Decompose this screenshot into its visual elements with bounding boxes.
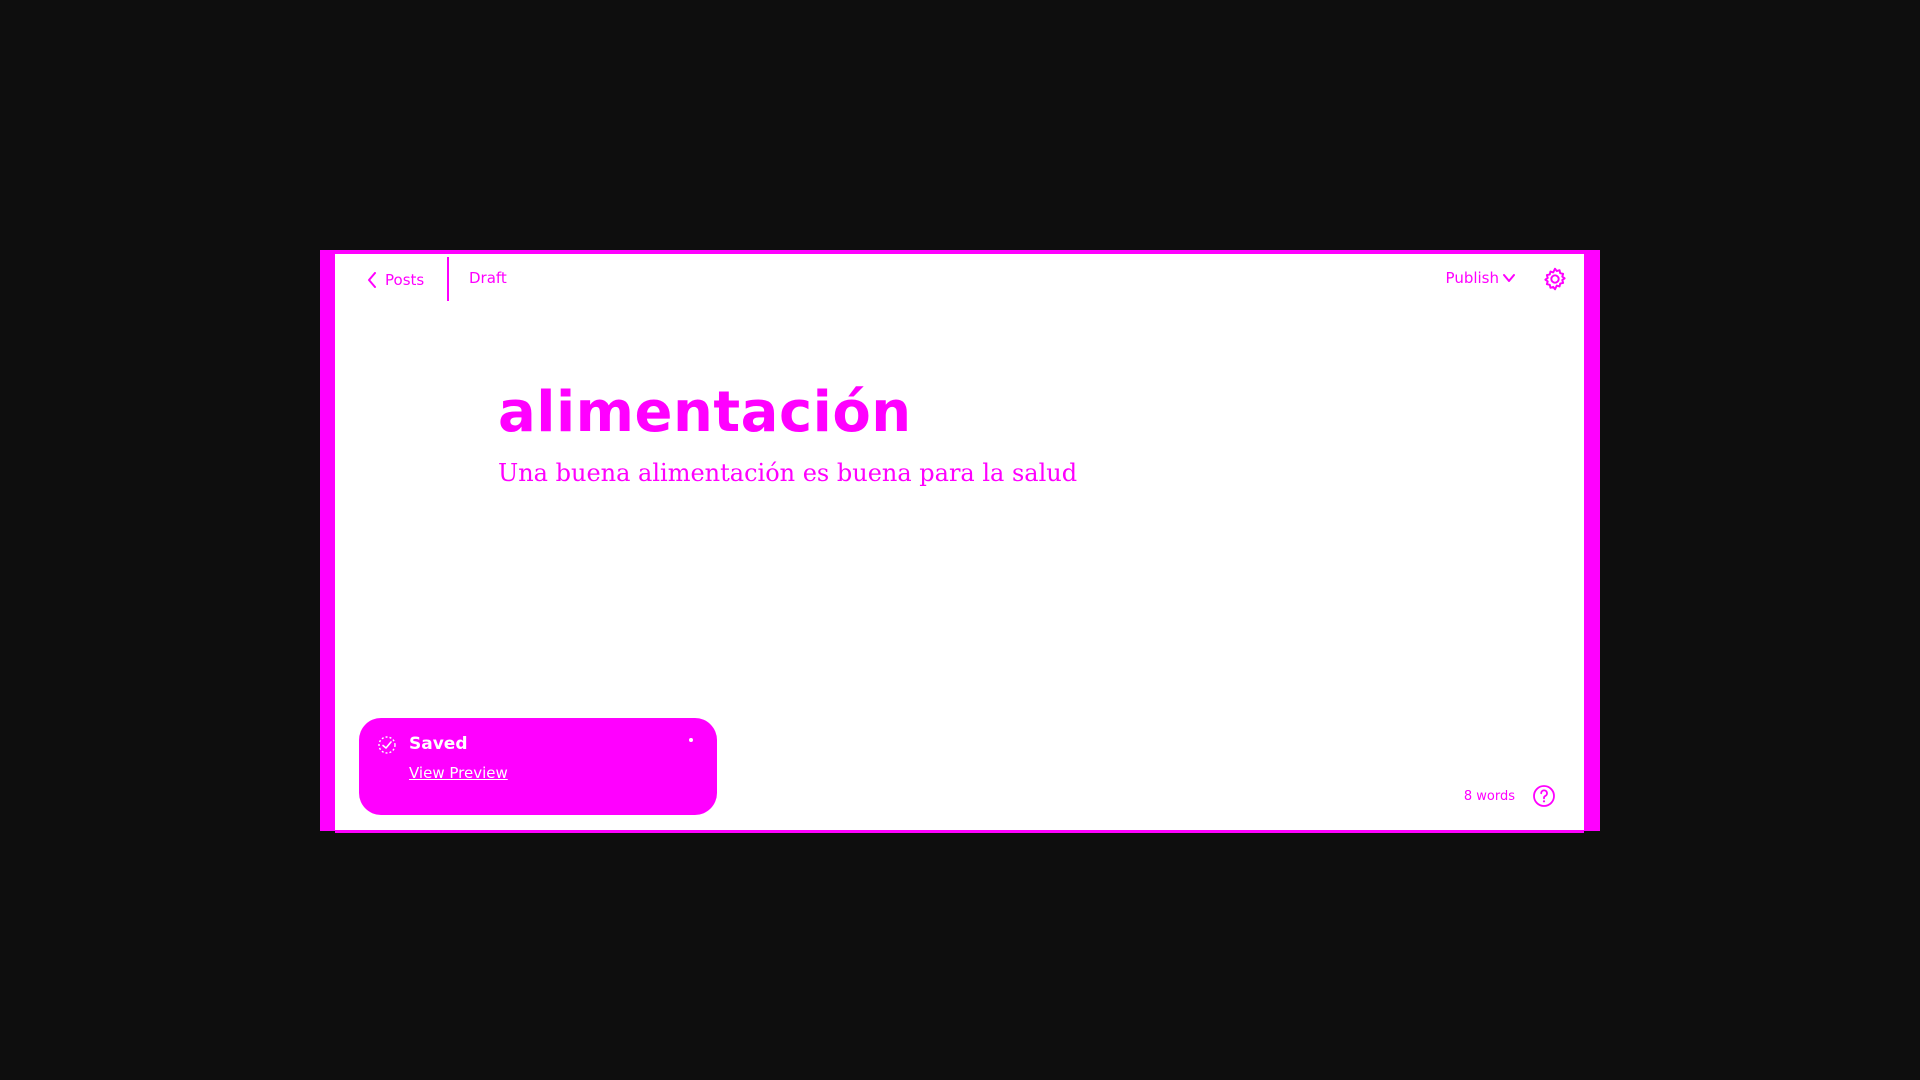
word-count: 8 words xyxy=(1463,789,1515,804)
chevron-down-icon xyxy=(1503,269,1515,287)
saved-toast: Saved View Preview xyxy=(359,718,717,815)
toast-dismiss[interactable] xyxy=(689,738,693,742)
toast-title: Saved xyxy=(409,734,468,754)
publish-label: Publish xyxy=(1445,269,1499,287)
chevron-left-icon xyxy=(367,272,377,288)
post-title[interactable]: alimentación xyxy=(498,382,1398,444)
editor-window: Posts Draft Publish alimentación Una bue… xyxy=(335,251,1584,833)
gear-icon xyxy=(1542,267,1568,296)
post-content: alimentación Una buena alimentación es b… xyxy=(498,382,1398,489)
post-body[interactable]: Una buena alimentación es buena para la … xyxy=(498,458,1398,489)
help-button[interactable] xyxy=(1532,784,1556,808)
question-circle-icon xyxy=(1532,785,1556,812)
editor-topbar: Posts Draft Publish xyxy=(335,254,1584,304)
check-icon xyxy=(377,735,397,755)
publish-button[interactable]: Publish xyxy=(1446,269,1515,287)
settings-button[interactable] xyxy=(1542,266,1568,292)
back-to-posts-link[interactable]: Posts xyxy=(367,268,424,292)
topbar-divider xyxy=(447,257,449,301)
post-status: Draft xyxy=(469,269,507,287)
back-link-label: Posts xyxy=(385,271,425,289)
view-preview-link[interactable]: View Preview xyxy=(409,764,508,782)
